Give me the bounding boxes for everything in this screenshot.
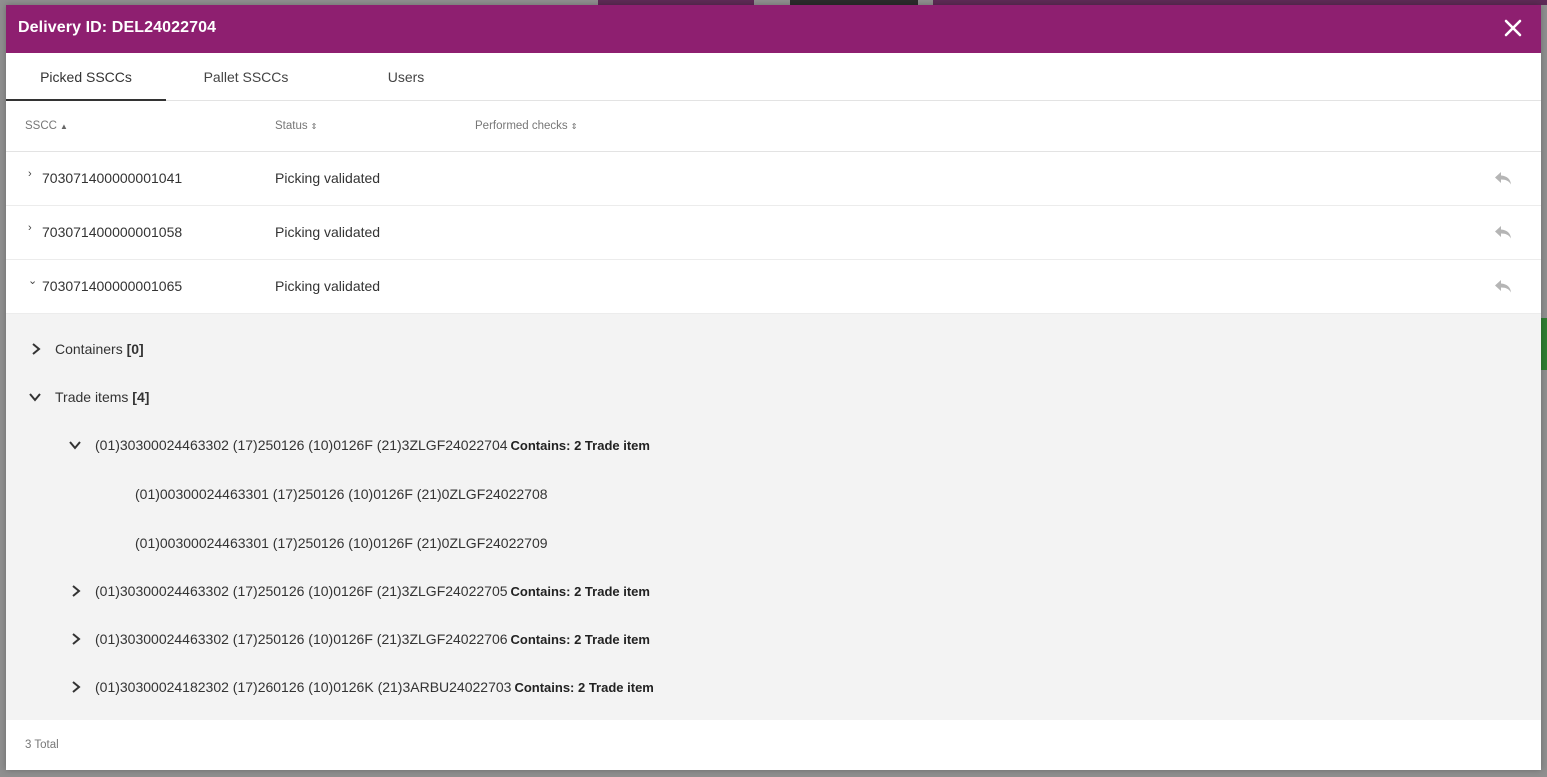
sscc-value: 703071400000001058 [42, 224, 183, 240]
trade-items-count: [4] [132, 389, 150, 405]
trade-item-code: (01)30300024463302 (17)250126 (10)0126F … [95, 631, 508, 647]
status-value: Picking validated [275, 170, 381, 186]
sort-icon: ⇕ [310, 122, 318, 131]
column-header-sscc[interactable]: SSCC ▲ [25, 120, 68, 132]
column-label: Performed checks [475, 120, 568, 132]
table-footer: 3 Total [6, 720, 1541, 770]
sort-ascending-icon: ▲ [59, 122, 68, 131]
table-row[interactable]: › 703071400000001041 Picking validated [6, 152, 1541, 206]
modal-title: Delivery ID: DEL24022704 [18, 19, 217, 36]
trade-item-code: (01)30300024182302 (17)260126 (10)0126K … [95, 679, 512, 695]
tab-bar: Picked SSCCs Pallet SSCCs Users [6, 53, 1541, 101]
sort-icon: ⇕ [570, 122, 578, 131]
chevron-right-icon[interactable] [29, 342, 43, 356]
column-header-performed-checks[interactable]: Performed checks ⇕ [475, 120, 577, 132]
modal-header: Delivery ID: DEL24022704 [6, 5, 1541, 53]
chevron-down-icon[interactable]: ⌄ [28, 274, 37, 287]
close-icon[interactable] [1503, 17, 1523, 39]
trade-item-code: (01)30300024463302 (17)250126 (10)0126F … [95, 437, 508, 453]
table-header: SSCC ▲ Status ⇕ Performed checks ⇕ [6, 102, 1541, 152]
chevron-down-icon[interactable] [68, 438, 82, 452]
sscc-value: 703071400000001065 [42, 278, 183, 294]
trade-item-code: (01)30300024463302 (17)250126 (10)0126F … [95, 583, 508, 599]
undo-icon[interactable] [1493, 277, 1513, 295]
background-button [1541, 318, 1547, 370]
table-row[interactable]: ⌄ 703071400000001065 Picking validated [6, 260, 1541, 314]
delivery-modal: Delivery ID: DEL24022704 Picked SSCCs Pa… [6, 5, 1541, 770]
trade-item-contains: Contains: 2 Trade item [514, 680, 654, 695]
trade-items-label: Trade items [55, 389, 129, 405]
tab-picked-ssccs[interactable]: Picked SSCCs [6, 53, 166, 101]
tab-pallet-ssccs[interactable]: Pallet SSCCs [166, 53, 326, 101]
column-label: SSCC [25, 120, 57, 132]
status-value: Picking validated [275, 278, 381, 294]
total-count: 3 Total [25, 739, 59, 751]
sub-trade-item: (01)00300024463301 (17)250126 (10)0126F … [135, 486, 548, 502]
chevron-right-icon[interactable] [69, 584, 83, 598]
trade-items-section[interactable]: Trade items [4] [55, 389, 149, 405]
trade-item[interactable]: (01)30300024463302 (17)250126 (10)0126F … [95, 583, 650, 599]
chevron-right-icon[interactable]: › [28, 222, 32, 234]
containers-count: [0] [126, 341, 144, 357]
sscc-detail-panel: Containers [0] Trade items [4] (01)30300… [6, 314, 1541, 720]
trade-item[interactable]: (01)30300024463302 (17)250126 (10)0126F … [95, 437, 650, 453]
column-label: Status [275, 120, 308, 132]
trade-item[interactable]: (01)30300024463302 (17)250126 (10)0126F … [95, 631, 650, 647]
tab-users[interactable]: Users [326, 53, 486, 101]
trade-item-contains: Contains: 2 Trade item [510, 632, 650, 647]
trade-item-contains: Contains: 2 Trade item [510, 438, 650, 453]
chevron-right-icon[interactable] [69, 680, 83, 694]
chevron-right-icon[interactable]: › [28, 168, 32, 180]
containers-label: Containers [55, 341, 123, 357]
sub-trade-item: (01)00300024463301 (17)250126 (10)0126F … [135, 535, 548, 551]
column-header-status[interactable]: Status ⇕ [275, 120, 317, 132]
sscc-value: 703071400000001041 [42, 170, 183, 186]
containers-section[interactable]: Containers [0] [55, 341, 144, 357]
chevron-down-icon[interactable] [28, 390, 42, 404]
trade-item[interactable]: (01)30300024182302 (17)260126 (10)0126K … [95, 679, 654, 695]
table-row[interactable]: › 703071400000001058 Picking validated [6, 206, 1541, 260]
undo-icon[interactable] [1493, 223, 1513, 241]
undo-icon[interactable] [1493, 169, 1513, 187]
chevron-right-icon[interactable] [69, 632, 83, 646]
trade-item-contains: Contains: 2 Trade item [510, 584, 650, 599]
status-value: Picking validated [275, 224, 381, 240]
